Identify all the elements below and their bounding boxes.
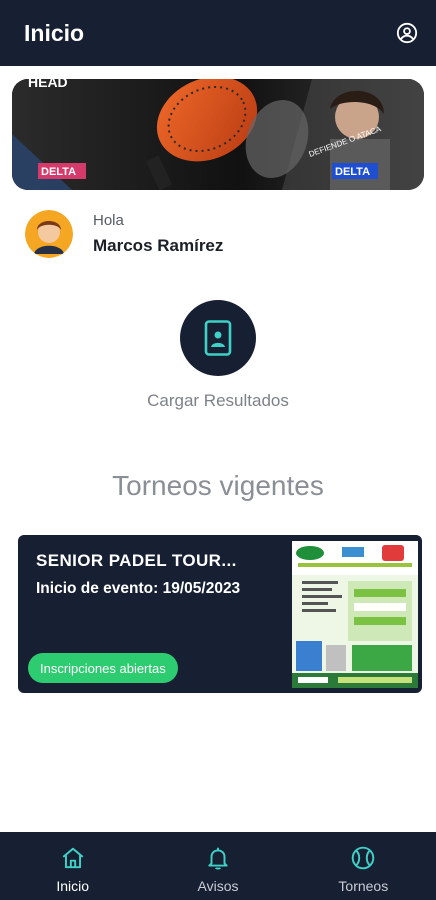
tournament-title: SENIOR PADEL TOUR... bbox=[36, 551, 237, 570]
phone-upload-icon bbox=[204, 320, 232, 356]
tournament-date: Inicio de evento: 19/05/2023 bbox=[36, 580, 241, 597]
user-name: Marcos Ramírez bbox=[93, 236, 224, 255]
home-icon bbox=[59, 844, 87, 872]
banner-product-right: DELTA bbox=[335, 166, 370, 178]
nav-label-avisos: Avisos bbox=[197, 878, 239, 894]
tennis-ball-icon bbox=[349, 844, 377, 872]
upload-results-button[interactable] bbox=[180, 300, 256, 376]
bottom-nav: Inicio Avisos Torneos bbox=[0, 832, 436, 900]
promo-banner-image: HEAD DELTA DEFIENDE O ATACA DELTA bbox=[12, 79, 424, 190]
bell-icon bbox=[204, 844, 232, 872]
avatar[interactable] bbox=[25, 210, 73, 258]
nav-item-inicio[interactable]: Inicio bbox=[0, 832, 145, 900]
registration-open-badge[interactable]: Inscripciones abiertas bbox=[28, 653, 178, 683]
nav-label-inicio: Inicio bbox=[56, 878, 89, 894]
tournament-poster bbox=[292, 541, 418, 688]
account-circle-icon[interactable] bbox=[395, 21, 419, 45]
section-title: Torneos vigentes bbox=[112, 470, 324, 501]
upload-results: Cargar Resultados bbox=[0, 300, 436, 411]
user-greeting: Hola Marcos Ramírez bbox=[25, 210, 223, 258]
upload-results-label: Cargar Resultados bbox=[147, 391, 289, 410]
nav-item-torneos[interactable]: Torneos bbox=[291, 832, 436, 900]
app-bar: Inicio bbox=[0, 0, 436, 66]
nav-label-torneos: Torneos bbox=[338, 878, 389, 894]
promo-banner[interactable]: HEAD DELTA DEFIENDE O ATACA DELTA bbox=[12, 79, 424, 190]
banner-product-left: DELTA bbox=[41, 166, 76, 178]
banner-brand: HEAD bbox=[28, 79, 68, 90]
tournament-card[interactable]: SENIOR PADEL TOUR... Inicio de evento: 1… bbox=[18, 535, 422, 693]
nav-item-avisos[interactable]: Avisos bbox=[145, 832, 290, 900]
greeting-hello: Hola bbox=[93, 212, 124, 229]
page-title: Inicio bbox=[24, 19, 85, 46]
